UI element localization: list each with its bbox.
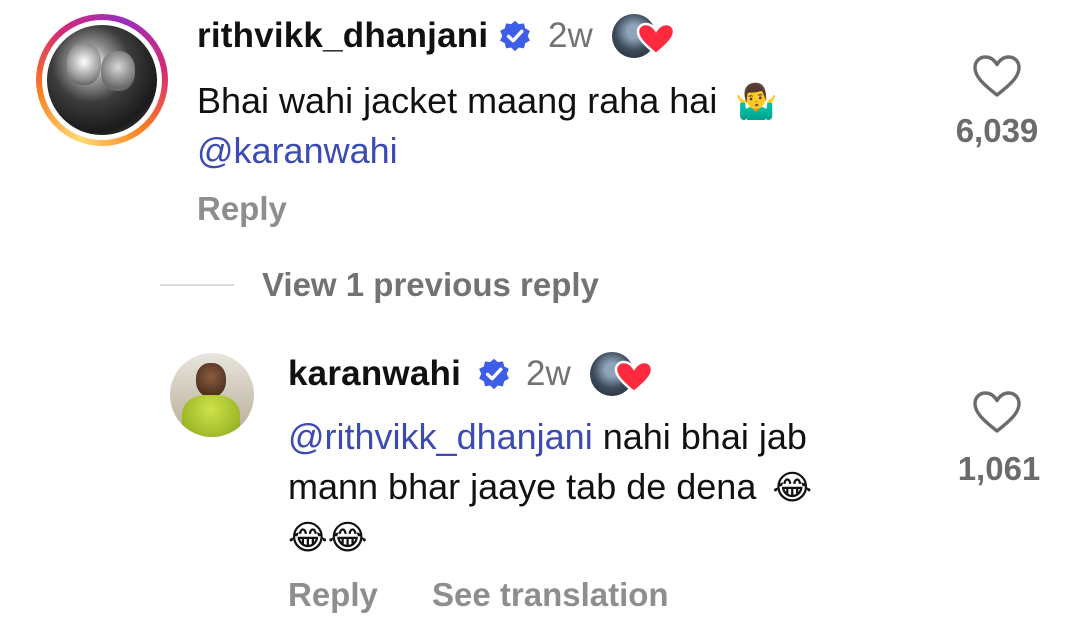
reply-username[interactable]: karanwahi: [288, 354, 461, 394]
see-translation-button[interactable]: See translation: [432, 576, 669, 614]
comment-time: 2w: [548, 16, 593, 55]
creator-liked-indicator: [590, 352, 654, 398]
reply-button[interactable]: Reply: [288, 576, 378, 614]
reply-avatar[interactable]: [170, 353, 254, 437]
reply-text-1: nahi bhai jab: [592, 416, 807, 457]
avatar-inner: [42, 20, 162, 140]
shrug-emoji: 🤷‍♂️: [735, 82, 778, 122]
like-count: 6,039: [955, 112, 1039, 149]
creator-liked-indicator: [612, 14, 676, 60]
commenter-avatar-ring[interactable]: [36, 14, 168, 146]
reply-line-2: mann bhar jaaye tab de dena 😂: [288, 462, 812, 513]
reply-line-3: 😂😂: [288, 512, 367, 563]
verified-badge-icon: [500, 20, 530, 52]
heart-filled-icon: [614, 360, 654, 394]
reply-button[interactable]: Reply: [197, 190, 287, 228]
heart-filled-icon: [636, 22, 676, 56]
avatar-photo: [47, 25, 157, 135]
like-count: 1,061: [957, 450, 1041, 487]
comment-text: Bhai wahi jacket maang raha hai: [197, 80, 718, 121]
comment-body: Bhai wahi jacket maang raha hai 🤷‍♂️: [197, 76, 778, 127]
comment-mention[interactable]: @karanwahi: [197, 126, 398, 176]
heart-outline-icon[interactable]: [972, 390, 1022, 434]
laughing-emoji: 😂: [772, 468, 813, 508]
heart-outline-icon[interactable]: [972, 54, 1022, 98]
laughing-emoji-pair: 😂😂: [288, 518, 368, 558]
verified-badge-icon: [479, 358, 509, 390]
reply-mention[interactable]: @rithvikk_dhanjani: [288, 416, 593, 457]
reply-time: 2w: [526, 354, 571, 393]
thread-divider: [160, 284, 234, 286]
comment-username[interactable]: rithvikk_dhanjani: [197, 16, 488, 56]
view-previous-replies-button[interactable]: View 1 previous reply: [262, 266, 599, 304]
reply-text-2: mann bhar jaaye tab de dena: [288, 466, 757, 507]
reply-line-1: @rithvikk_dhanjani nahi bhai jab: [288, 412, 807, 462]
